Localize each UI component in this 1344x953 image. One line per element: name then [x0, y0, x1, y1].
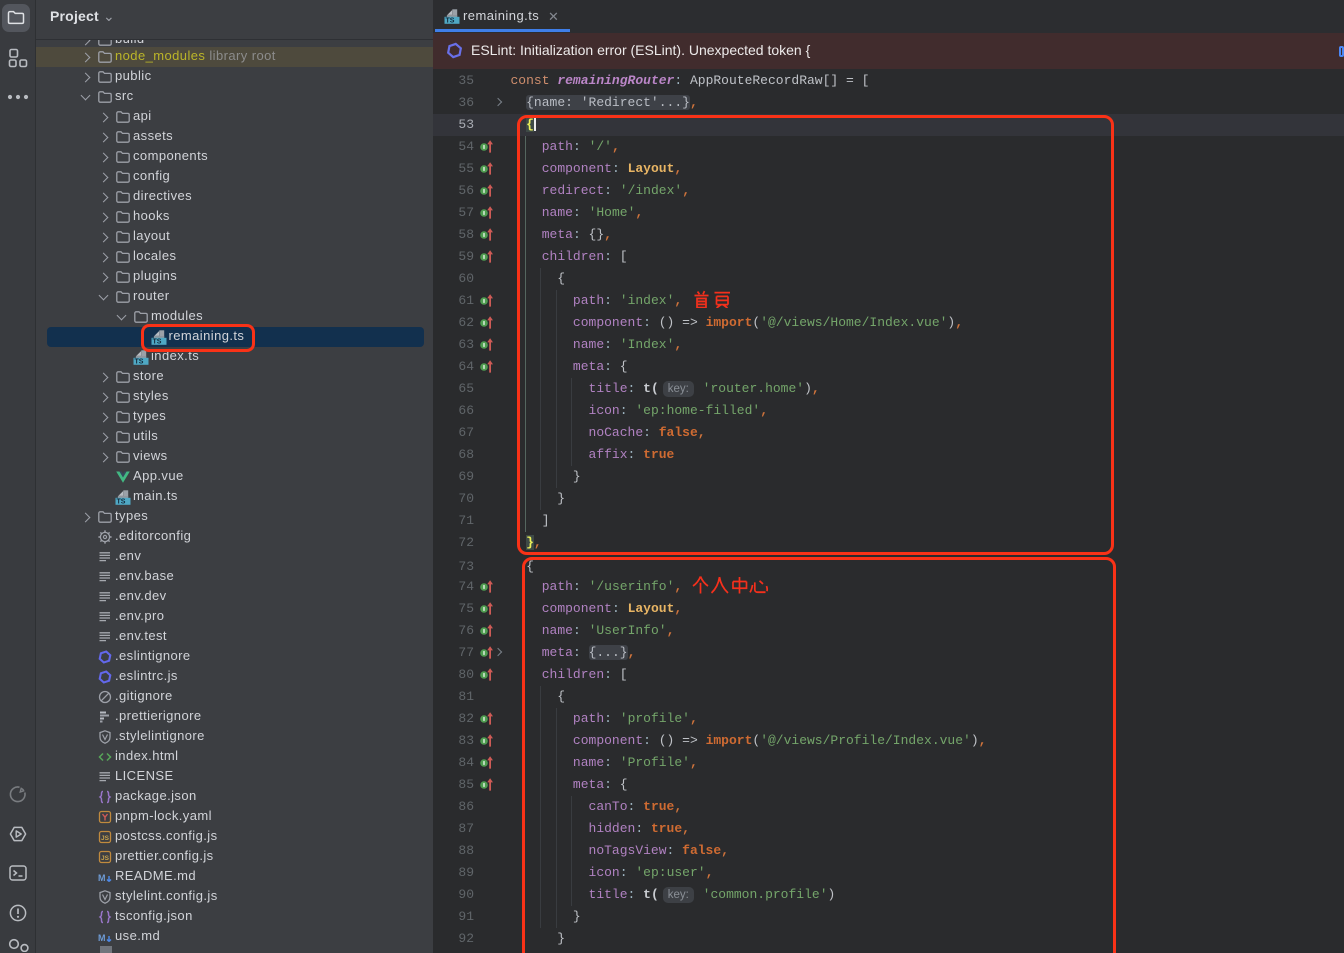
svg-text:TS: TS	[446, 18, 455, 24]
svg-text:M: M	[98, 933, 106, 943]
svg-text:M: M	[98, 873, 106, 883]
svg-text:JS: JS	[101, 835, 110, 842]
svg-text:TS: TS	[135, 359, 144, 365]
svg-text:JS: JS	[101, 855, 110, 862]
svg-text:TS: TS	[117, 499, 126, 505]
